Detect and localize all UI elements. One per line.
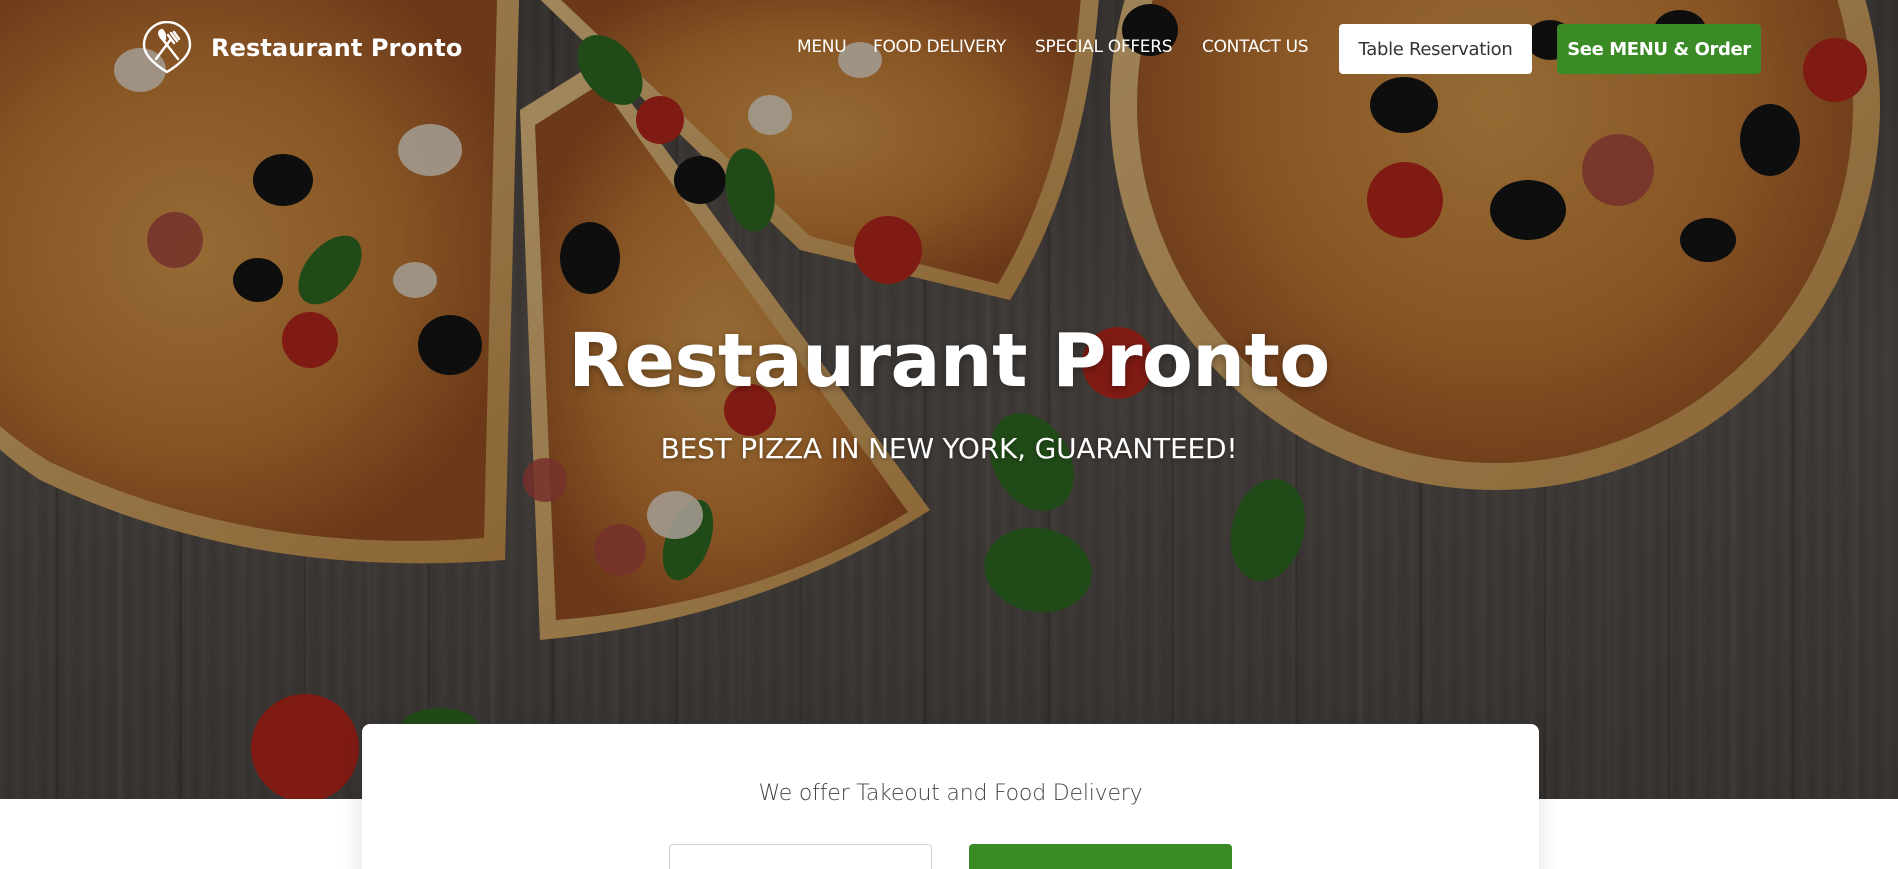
nav-contact-us-link[interactable]: CONTACT US	[1202, 37, 1309, 57]
table-reservation-button[interactable]: Table Reservation	[1339, 24, 1532, 74]
fork-knife-icon	[142, 21, 192, 74]
hero-section: Restaurant Pronto MENU FOOD DELIVERY SPE…	[0, 0, 1898, 799]
nav-menu-link[interactable]: MENU	[797, 37, 847, 57]
nav-special-offers-link[interactable]: SPECIAL OFFERS	[1035, 37, 1173, 57]
see-menu-order-button[interactable]: See MENU & Order	[1557, 24, 1761, 74]
brand[interactable]: Restaurant Pronto	[140, 21, 463, 74]
hero-title: Restaurant Pronto	[568, 318, 1330, 404]
brand-name: Restaurant Pronto	[211, 34, 463, 62]
offer-input[interactable]	[669, 844, 932, 869]
hero-subtitle: BEST PIZZA IN NEW YORK, GUARANTEED!	[660, 432, 1238, 465]
offer-card: We offer Takeout and Food Delivery	[362, 724, 1539, 869]
nav-food-delivery-link[interactable]: FOOD DELIVERY	[873, 37, 1006, 57]
offer-title: We offer Takeout and Food Delivery	[758, 781, 1143, 806]
offer-submit-button[interactable]	[969, 844, 1232, 869]
